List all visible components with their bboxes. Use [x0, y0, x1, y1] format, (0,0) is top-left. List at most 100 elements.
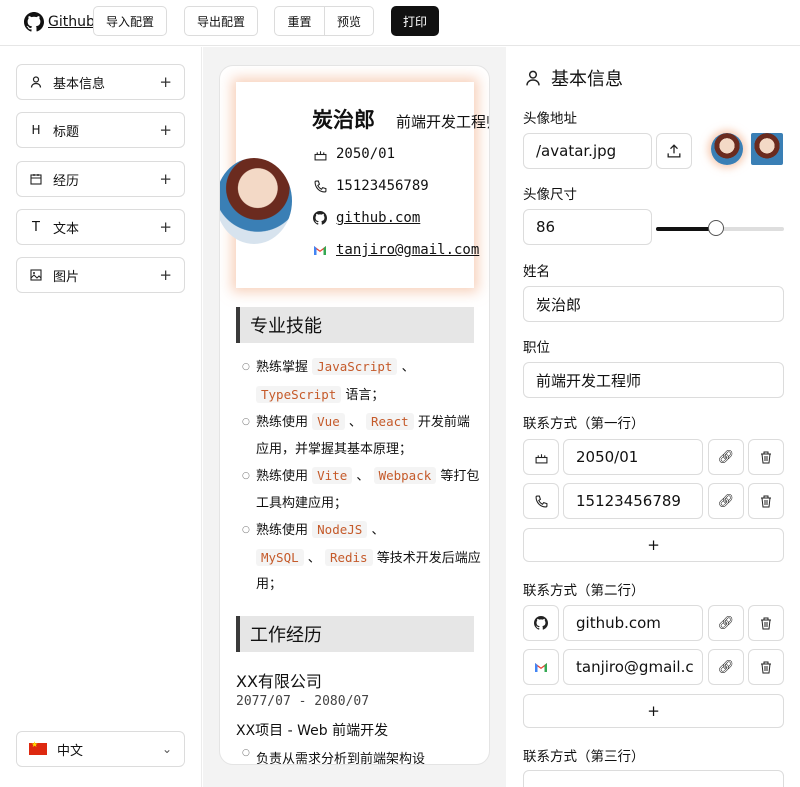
list-item: 熟练使用 Vite 、 Webpack 等打包工具构建应用；: [242, 463, 482, 517]
avatar-option-round[interactable]: [711, 133, 743, 165]
contact-birthday: 2050/01: [312, 146, 395, 162]
trash-icon: [761, 451, 771, 463]
sidebar-item-label: 图片: [53, 269, 80, 285]
icon-picker-button[interactable]: [523, 439, 559, 475]
top-bar: Github 导入配置 导出配置 重置 预览 打印: [0, 0, 800, 46]
contact-row3-label: 联系方式（第三行）: [523, 749, 645, 765]
calendar-icon: [29, 172, 43, 186]
preview-button[interactable]: 预览: [324, 6, 374, 36]
company-name: XX有限公司: [236, 672, 322, 691]
delete-button[interactable]: [748, 605, 784, 641]
sidebar-item-text[interactable]: T 文本 +: [16, 209, 185, 245]
phone-icon: [312, 178, 328, 194]
link-button[interactable]: 🔗︎: [708, 439, 744, 475]
github-icon: [24, 12, 44, 32]
module-sidebar: 基本信息 + H 标题 + 经历 + T 文本 + 图片 + 中文 ⌄: [0, 47, 202, 787]
contact-row3-input[interactable]: [523, 770, 784, 787]
sidebar-item-label: 标题: [53, 124, 80, 140]
contact-value-input[interactable]: github.com: [563, 605, 703, 641]
delete-button[interactable]: [748, 439, 784, 475]
avatar-size-input[interactable]: 86: [523, 209, 652, 245]
plus-icon: +: [159, 170, 172, 188]
text-icon: T: [32, 219, 40, 235]
link-icon: 🔗︎: [717, 615, 735, 631]
avatar-url-input[interactable]: /avatar.jpg: [523, 133, 652, 169]
delete-button[interactable]: [748, 649, 784, 685]
icon-picker-button[interactable]: [523, 483, 559, 519]
avatar-size-label: 头像尺寸: [523, 187, 577, 203]
link-button[interactable]: 🔗︎: [708, 649, 744, 685]
resume-position: 前端开发工程师: [396, 113, 489, 131]
contact-row2-label: 联系方式（第二行）: [523, 583, 645, 599]
export-config-button[interactable]: 导出配置: [184, 6, 258, 36]
slider-handle[interactable]: [708, 220, 725, 236]
plus-icon: +: [159, 218, 172, 236]
user-icon: [29, 75, 43, 89]
contact-value-input[interactable]: tanjiro@gmail.c: [563, 649, 703, 685]
avatar-url-label: 头像地址: [523, 111, 577, 127]
work-bullet: 负责从需求分析到前端架构设: [242, 748, 425, 764]
upload-icon: [667, 144, 681, 158]
contact-phone: 15123456789: [312, 178, 429, 194]
print-button[interactable]: 打印: [391, 6, 439, 36]
project-title: XX项目 - Web 前端开发: [236, 723, 389, 739]
sidebar-item-heading[interactable]: H 标题 +: [16, 112, 185, 148]
slider-fill: [656, 227, 717, 231]
contact-github[interactable]: github.com: [312, 210, 420, 226]
resume-name: 炭治郎: [312, 108, 375, 132]
icon-picker-button[interactable]: [523, 649, 559, 685]
heading-icon: H: [31, 123, 41, 137]
resume-preview-area: 炭治郎 前端开发工程师 2050/01 15123456789 github.c…: [203, 47, 506, 787]
icon-picker-button[interactable]: [523, 605, 559, 641]
reset-button[interactable]: 重置: [274, 6, 324, 36]
avatar-size-slider[interactable]: [656, 220, 784, 236]
language-label: 中文: [57, 743, 84, 759]
github-link[interactable]: Github: [24, 12, 95, 32]
sidebar-item-image[interactable]: 图片 +: [16, 257, 185, 293]
link-button[interactable]: 🔗︎: [708, 483, 744, 519]
settings-panel: 基本信息 头像地址 /avatar.jpg 头像尺寸 86 姓名 炭治郎 职位 …: [507, 47, 800, 787]
import-config-button[interactable]: 导入配置: [93, 6, 167, 36]
plus-icon: +: [159, 73, 172, 91]
user-icon: [526, 70, 540, 86]
list-item: 熟练使用 NodeJS 、MySQL 、 Redis 等技术开发后端应用；: [242, 517, 482, 599]
link-icon: 🔗︎: [717, 659, 735, 675]
github-icon: [312, 210, 328, 226]
contact-row1-label: 联系方式（第一行）: [523, 416, 645, 432]
china-flag-icon: [29, 740, 47, 755]
add-contact-row1-button[interactable]: +: [523, 528, 784, 562]
gmail-icon: [535, 663, 547, 672]
name-input[interactable]: 炭治郎: [523, 286, 784, 322]
work-period: 2077/07 - 2080/07: [236, 694, 370, 709]
delete-button[interactable]: [748, 483, 784, 519]
list-item: 熟练掌握 JavaScript 、TypeScript 语言；: [242, 354, 482, 409]
phone-icon: [535, 495, 547, 507]
link-button[interactable]: 🔗︎: [708, 605, 744, 641]
contact-value-input[interactable]: 2050/01: [563, 439, 703, 475]
position-input[interactable]: 前端开发工程师: [523, 362, 784, 398]
github-icon: [534, 616, 548, 630]
panel-title: 基本信息: [525, 65, 623, 91]
avatar-option-square[interactable]: [751, 133, 783, 165]
trash-icon: [761, 495, 771, 507]
link-icon: 🔗︎: [717, 449, 735, 465]
basic-info-card[interactable]: 炭治郎 前端开发工程师 2050/01 15123456789 github.c…: [220, 82, 489, 288]
upload-button[interactable]: [656, 133, 692, 169]
resume-paper: 炭治郎 前端开发工程师 2050/01 15123456789 github.c…: [219, 65, 490, 765]
trash-icon: [761, 617, 771, 629]
gmail-icon: [312, 242, 328, 258]
plus-icon: +: [159, 121, 172, 139]
avatar: [220, 158, 292, 244]
language-select[interactable]: 中文 ⌄: [16, 731, 185, 767]
contact-value-input[interactable]: 15123456789: [563, 483, 703, 519]
cake-icon: [535, 453, 547, 463]
sidebar-item-basic-info[interactable]: 基本信息 +: [16, 64, 185, 100]
trash-icon: [761, 661, 771, 673]
sidebar-item-experience[interactable]: 经历 +: [16, 161, 185, 197]
contact-email[interactable]: tanjiro@gmail.com: [312, 242, 479, 258]
add-contact-row2-button[interactable]: +: [523, 694, 784, 728]
sidebar-item-label: 基本信息: [53, 76, 106, 92]
name-label: 姓名: [523, 264, 550, 280]
chevron-down-icon: ⌄: [161, 742, 172, 756]
position-label: 职位: [523, 340, 550, 356]
